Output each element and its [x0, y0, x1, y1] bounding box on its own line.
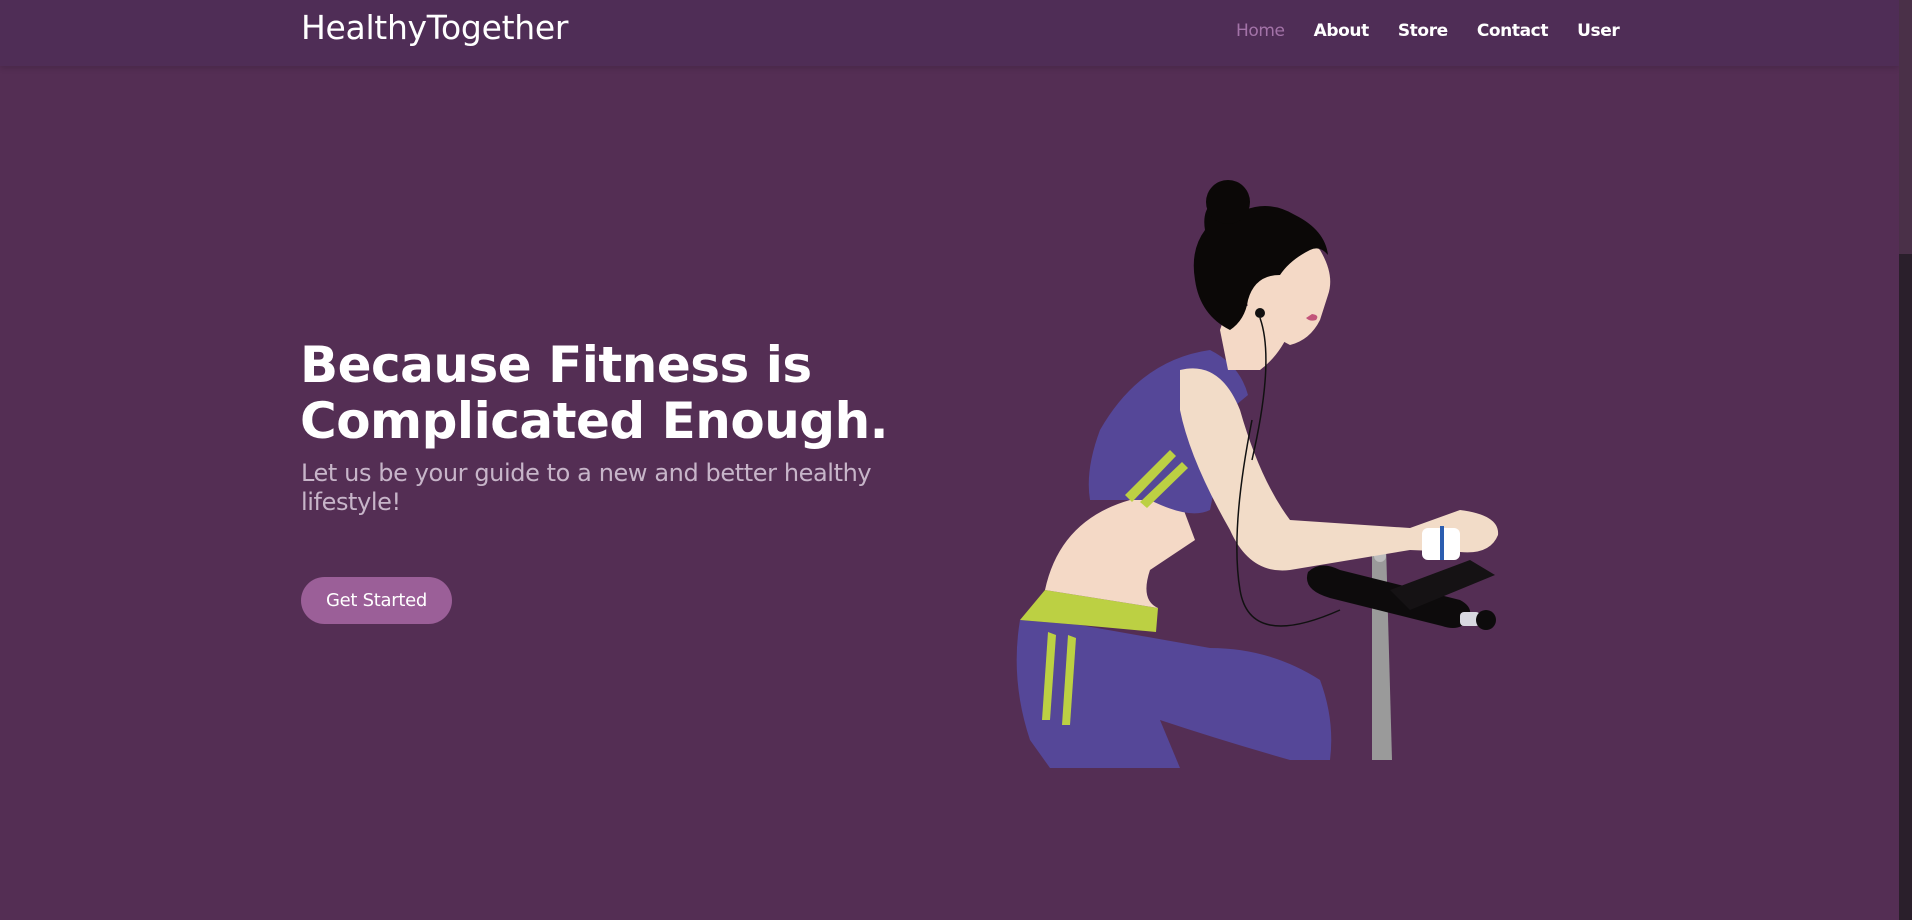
pants-icon: [1016, 590, 1332, 768]
scrollbar[interactable]: [1899, 0, 1912, 920]
nav-link-about[interactable]: About: [1314, 21, 1370, 41]
arm-icon: [1180, 368, 1499, 571]
scrollbar-thumb[interactable]: [1899, 254, 1912, 920]
hero-subtitle: Let us be your guide to a new and better…: [301, 459, 872, 516]
brand-logo[interactable]: HealthyTogether: [301, 8, 568, 47]
bike-post-icon: [1372, 541, 1392, 760]
nav-link-user[interactable]: User: [1577, 21, 1620, 41]
nav-link-home[interactable]: Home: [1236, 21, 1285, 41]
nav-links: Home About Store Contact User: [1236, 21, 1648, 41]
page: HealthyTogether Home About Store Contact…: [0, 0, 1912, 920]
nav-link-store[interactable]: Store: [1398, 21, 1448, 41]
woman-on-exercise-bike-illustration: [1016, 180, 1499, 768]
navbar: HealthyTogether Home About Store Contact…: [0, 0, 1899, 66]
get-started-button[interactable]: Get Started: [301, 577, 452, 624]
hero-title: Because Fitness is Complicated Enough.: [300, 336, 889, 450]
nav-link-contact[interactable]: Contact: [1477, 21, 1549, 41]
handlebar-icon: [1306, 560, 1496, 630]
